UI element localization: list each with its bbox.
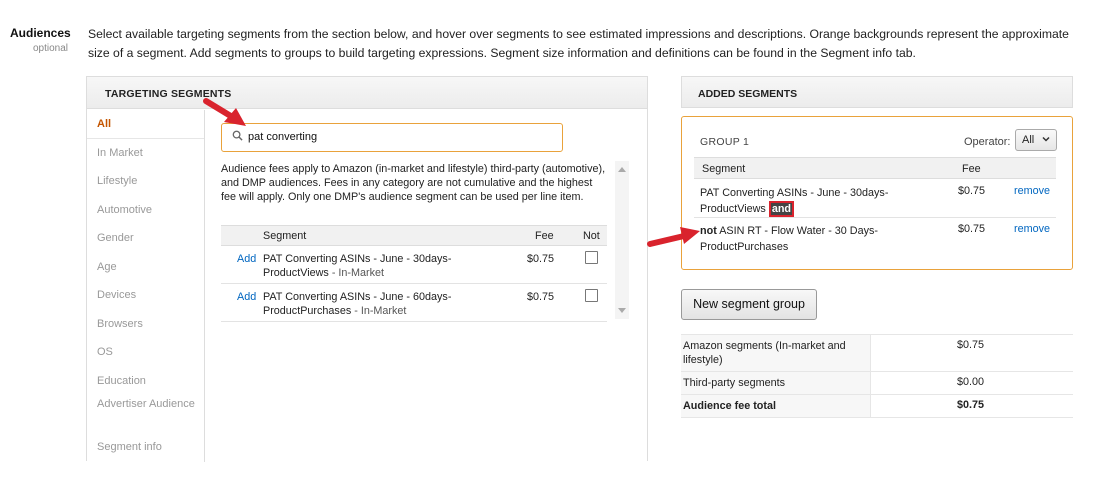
fee-totals-table: Amazon segments (In-market and lifestyle… [681, 334, 1073, 418]
remove-link[interactable]: remove [1014, 223, 1050, 235]
category-segment-info[interactable]: Segment info [87, 433, 204, 462]
add-segment-link[interactable]: Add [237, 291, 256, 303]
segment-name: PAT Converting ASINs - June - 30days-Pro… [263, 253, 452, 279]
fee-note: Audience fees apply to Amazon (in-market… [221, 163, 606, 204]
annotation-arrow-icon [203, 98, 246, 126]
targeting-segments-header: TARGETING SEGMENTS [87, 77, 647, 109]
col-fee: Fee [535, 230, 554, 242]
col-segment: Segment [263, 230, 307, 242]
category-devices[interactable]: Devices [87, 281, 204, 310]
group-table-header: Segment Fee [694, 157, 1056, 179]
col-segment: Segment [702, 163, 746, 175]
table-row: Add PAT Converting ASINs - June - 60days… [221, 284, 607, 322]
added-segment-fee: $0.75 [958, 223, 986, 235]
total-label: Audience fee total [681, 395, 871, 417]
and-joiner: and [768, 201, 795, 217]
operator-value: All [1022, 134, 1035, 146]
category-list: All In Market Lifestyle Automotive Gende… [87, 110, 205, 462]
col-fee: Fee [962, 163, 981, 175]
category-os[interactable]: OS [87, 338, 204, 367]
category-all[interactable]: All [87, 110, 204, 139]
not-checkbox[interactable] [585, 289, 598, 302]
audiences-description: Select available targeting segments from… [88, 27, 1069, 60]
segment-fee: $0.75 [527, 291, 555, 303]
new-segment-group-button[interactable]: New segment group [681, 289, 817, 320]
add-segment-link[interactable]: Add [237, 253, 256, 265]
not-checkbox[interactable] [585, 251, 598, 264]
optional-label: optional [33, 43, 69, 54]
total-label: Amazon segments (In-market and lifestyle… [681, 335, 871, 371]
category-in-market[interactable]: In Market [87, 139, 204, 168]
scroll-up-icon[interactable] [618, 167, 626, 172]
operator-select[interactable]: All [1015, 129, 1057, 151]
row-divider [694, 217, 1056, 218]
search-icon [232, 130, 243, 141]
col-not: Not [583, 230, 600, 242]
total-value: $0.75 [957, 339, 985, 351]
search-value: pat converting [248, 131, 318, 143]
segment-name: PAT Converting ASINs - June - 60days-Pro… [263, 291, 452, 317]
segment-results-table: Segment Fee Not Add PAT Converting ASINs… [221, 225, 607, 322]
segment-search-input[interactable]: pat converting [221, 123, 563, 152]
segment-fee: $0.75 [527, 253, 555, 265]
group-title: GROUP 1 [700, 136, 750, 148]
total-value: $0.00 [957, 376, 985, 388]
category-gender[interactable]: Gender [87, 224, 204, 253]
total-label: Third-party segments [681, 372, 871, 394]
operator-label: Operator: [964, 136, 1011, 148]
remove-link[interactable]: remove [1014, 185, 1050, 197]
category-education[interactable]: Education [87, 367, 204, 396]
added-segment-name: PAT Converting ASINs - June - 30days-Pro… [700, 187, 889, 217]
total-value: $0.75 [957, 399, 985, 411]
added-segments-header: ADDED SEGMENTS [681, 76, 1073, 108]
category-advertiser-audience[interactable]: Advertiser Audience [87, 395, 204, 433]
not-prefix: not [700, 225, 717, 237]
category-age[interactable]: Age [87, 253, 204, 282]
chevron-down-icon [1042, 136, 1050, 142]
category-automotive[interactable]: Automotive [87, 196, 204, 225]
total-row: Audience fee total $0.75 [681, 395, 1073, 418]
added-segment-fee: $0.75 [958, 185, 986, 197]
scroll-down-icon[interactable] [618, 308, 626, 313]
category-lifestyle[interactable]: Lifestyle [87, 167, 204, 196]
segment-table-header: Segment Fee Not [221, 225, 607, 246]
scrollbar[interactable] [615, 161, 629, 319]
category-browsers[interactable]: Browsers [87, 310, 204, 339]
targeting-segments-panel: TARGETING SEGMENTS All In Market Lifesty… [86, 76, 648, 462]
total-row: Third-party segments $0.00 [681, 372, 1073, 395]
annotation-arrow-icon [647, 227, 700, 247]
table-row: Add PAT Converting ASINs - June - 30days… [221, 246, 607, 284]
total-row: Amazon segments (In-market and lifestyle… [681, 334, 1073, 372]
segment-group: GROUP 1 Operator: All Segment Fee PAT Co… [681, 116, 1073, 270]
audiences-title: Audiences [10, 26, 71, 40]
added-segment-name: not ASIN RT - Flow Water - 30 Days-Produ… [700, 225, 878, 253]
